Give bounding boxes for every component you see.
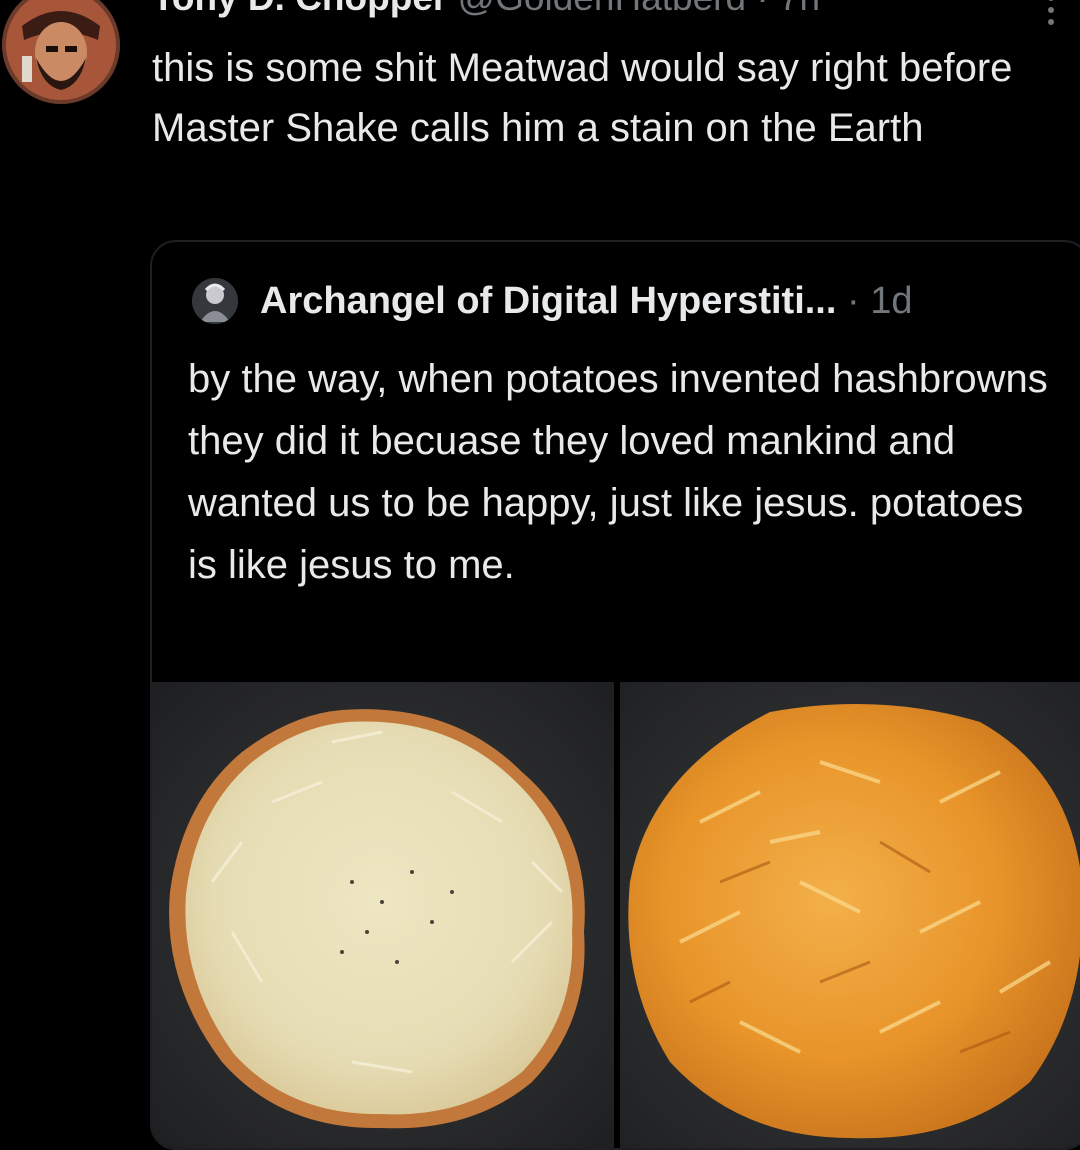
quoted-author-avatar[interactable] <box>192 278 238 324</box>
author-avatar[interactable] <box>2 0 120 104</box>
quoted-tweet-time[interactable]: 1d <box>870 280 912 322</box>
tweet-time[interactable]: 7h <box>779 0 820 18</box>
cooked-hashbrown-photo[interactable] <box>620 682 1080 1148</box>
author-handle[interactable]: @GoldenHatberd <box>458 0 747 18</box>
quoted-author-name[interactable]: Archangel of Digital Hyperstiti... <box>260 280 836 322</box>
more-options-icon[interactable] <box>1044 0 1058 28</box>
time-separator: · <box>746 0 779 18</box>
tweet-text: this is some shit Meatwad would say righ… <box>152 46 1013 150</box>
quoted-tweet-card[interactable]: Archangel of Digital Hyperstiti... · 1d … <box>150 240 1080 1150</box>
raw-hashbrown-photo[interactable] <box>152 682 614 1148</box>
quoted-tweet-text: by the way, when potatoes invented hashb… <box>188 357 1048 587</box>
author-name[interactable]: Tony D. Chopper <box>152 0 447 18</box>
quoted-time-separator: · <box>846 280 860 322</box>
tweet-header: Tony D. Chopper @GoldenHatberd · 7h <box>152 0 820 18</box>
quoted-tweet-header: Archangel of Digital Hyperstiti... · 1d <box>260 278 912 324</box>
